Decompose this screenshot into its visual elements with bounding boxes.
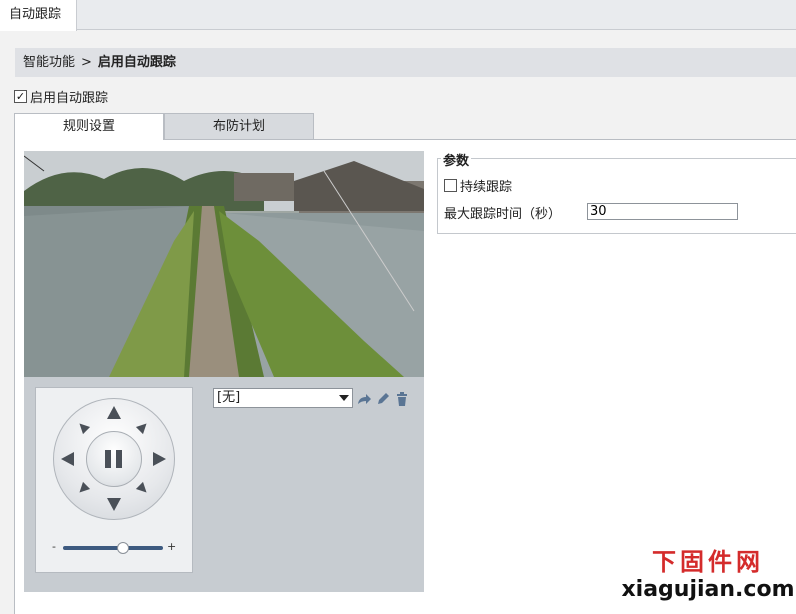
- max-tracking-time-input[interactable]: [587, 203, 738, 220]
- enable-auto-tracking-label: 启用自动跟踪: [30, 90, 109, 106]
- breadcrumb: 智能功能 > 启用自动跟踪: [15, 48, 796, 77]
- continuous-tracking-checkbox[interactable]: [444, 179, 457, 192]
- continuous-tracking-label: 持续跟踪: [460, 180, 513, 195]
- top-tab-bar: 自动跟踪: [0, 0, 796, 31]
- arrow-right-icon[interactable]: [153, 452, 166, 466]
- pause-button[interactable]: [86, 431, 142, 487]
- pause-icon: [105, 450, 111, 468]
- zoom-slider-thumb[interactable]: [117, 542, 129, 554]
- params-legend: 参数: [441, 150, 472, 169]
- watermark-cn: 下固件网: [652, 548, 764, 576]
- watermark: 下固件网 xiagujian.com: [620, 545, 796, 607]
- preset-select[interactable]: [无]: [213, 388, 353, 408]
- continuous-tracking-row[interactable]: 持续跟踪: [444, 176, 512, 195]
- rule-tabs: 规则设置 布防计划: [14, 113, 796, 141]
- call-preset-icon[interactable]: [356, 391, 372, 407]
- params-group: [437, 158, 796, 234]
- zoom-slider-track[interactable]: [63, 546, 163, 550]
- zoom-in-label[interactable]: +: [167, 540, 176, 553]
- max-tracking-time-label: 最大跟踪时间（秒）: [444, 207, 562, 222]
- arrow-down-icon[interactable]: [107, 498, 121, 511]
- arrow-up-icon[interactable]: [107, 406, 121, 419]
- arrow-left-icon[interactable]: [61, 452, 74, 466]
- preset-selected-value: [无]: [217, 390, 241, 405]
- tab-arming-schedule[interactable]: 布防计划: [164, 113, 314, 140]
- breadcrumb-parent[interactable]: 智能功能: [23, 55, 75, 70]
- watermark-en: xiagujian.com: [621, 577, 795, 602]
- tab-auto-tracking[interactable]: 自动跟踪: [0, 0, 77, 31]
- chevron-down-icon: [339, 395, 349, 401]
- zoom-out-label[interactable]: -: [52, 540, 56, 553]
- video-preview[interactable]: [24, 151, 424, 377]
- breadcrumb-separator: >: [81, 55, 92, 70]
- pause-icon: [116, 450, 122, 468]
- enable-auto-tracking-row[interactable]: ✓ 启用自动跟踪: [14, 88, 109, 106]
- delete-icon[interactable]: [394, 391, 410, 407]
- edit-icon[interactable]: [375, 391, 391, 407]
- enable-auto-tracking-checkbox[interactable]: ✓: [14, 89, 27, 103]
- breadcrumb-current: 启用自动跟踪: [97, 55, 176, 70]
- video-frame-image: [24, 151, 424, 377]
- tab-rule-settings[interactable]: 规则设置: [14, 113, 164, 141]
